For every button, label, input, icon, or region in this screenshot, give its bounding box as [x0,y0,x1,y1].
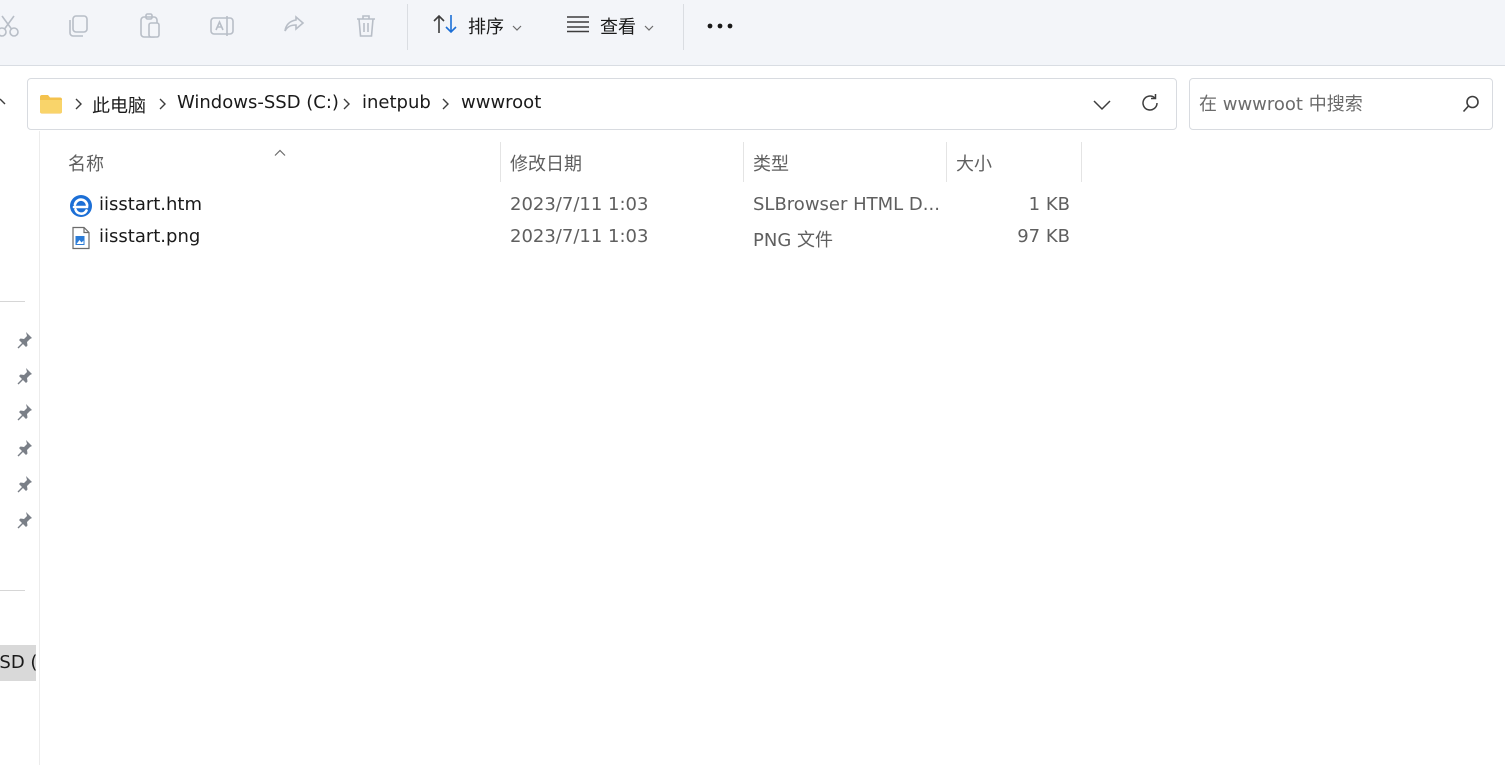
file-size: 97 KB [1017,226,1070,247]
navigation-pane: SSD (C [0,0,40,765]
file-name: iisstart.png [99,226,201,247]
file-name: iisstart.htm [99,194,203,215]
file-type: SLBrowser HTML D... [753,194,940,215]
chevron-right-icon[interactable] [340,96,352,112]
column-divider[interactable] [500,142,501,182]
chevron-right-icon[interactable] [439,96,451,112]
column-header-type[interactable]: 类型 [753,150,789,176]
nav-item-drive-c[interactable]: SSD (C [0,645,36,681]
chevron-right-icon[interactable] [72,96,84,112]
pin-icon[interactable] [15,403,33,421]
png-file-icon [69,226,93,250]
toolbar-divider [683,4,684,50]
file-size: 1 KB [1028,194,1070,215]
nav-drive-label: SSD (C [0,652,36,673]
file-date: 2023/7/11 1:03 [510,226,649,247]
pin-icon[interactable] [15,475,33,493]
copy-icon[interactable] [62,11,94,41]
pin-icon[interactable] [15,367,33,385]
pin-icon[interactable] [15,511,33,529]
pin-icon[interactable] [15,439,33,457]
pin-icon[interactable] [15,331,33,349]
breadcrumb-inetpub[interactable]: inetpub [362,92,431,113]
file-row[interactable]: iisstart.htm 2023/7/11 1:03 SLBrowser HT… [60,190,1080,220]
paste-icon[interactable] [134,11,166,41]
column-divider[interactable] [1081,142,1082,182]
search-icon[interactable] [1462,95,1480,117]
column-header-size[interactable]: 大小 [956,150,992,176]
search-box[interactable] [1189,78,1493,130]
chevron-down-icon [512,16,522,37]
column-divider[interactable] [743,142,744,182]
command-bar: 排序 查看 [0,0,1505,66]
breadcrumb-wwwroot[interactable]: wwwroot [461,92,541,113]
file-date: 2023/7/11 1:03 [510,194,649,215]
address-history-chevron-icon[interactable] [1092,94,1112,118]
sort-icon [432,13,458,40]
chevron-right-icon[interactable] [156,96,168,112]
view-list-icon [566,15,590,38]
breadcrumb-this-pc[interactable]: 此电脑 [92,92,146,118]
rename-icon[interactable] [206,11,238,41]
sort-ascending-icon [274,142,286,161]
column-header-name[interactable]: 名称 [68,150,104,176]
view-label: 查看 [600,17,636,38]
file-type: PNG 文件 [753,230,833,251]
folder-icon [39,94,63,118]
browser-html-icon [69,194,93,218]
refresh-icon[interactable] [1139,92,1161,118]
nav-divider [0,301,25,302]
view-button[interactable]: 查看 [566,11,654,41]
column-divider[interactable] [946,142,947,182]
address-bar[interactable]: 此电脑 Windows-SSD (C:) inetpub wwwroot [27,78,1177,130]
search-input[interactable] [1199,92,1449,116]
file-row[interactable]: iisstart.png 2023/7/11 1:03 PNG 文件 97 KB [60,222,1080,252]
chevron-down-icon [644,16,654,37]
pane-splitter[interactable] [39,131,40,765]
breadcrumb-drive[interactable]: Windows-SSD (C:) [177,92,339,113]
column-header-date[interactable]: 修改日期 [510,150,582,176]
toolbar-divider [407,4,408,50]
sort-button[interactable]: 排序 [432,11,522,41]
more-options-icon[interactable] [704,11,736,41]
sort-label: 排序 [468,17,504,38]
delete-icon[interactable] [350,11,382,41]
share-icon[interactable] [278,11,310,41]
chevron-up-icon[interactable] [0,94,8,113]
nav-divider [0,590,25,591]
